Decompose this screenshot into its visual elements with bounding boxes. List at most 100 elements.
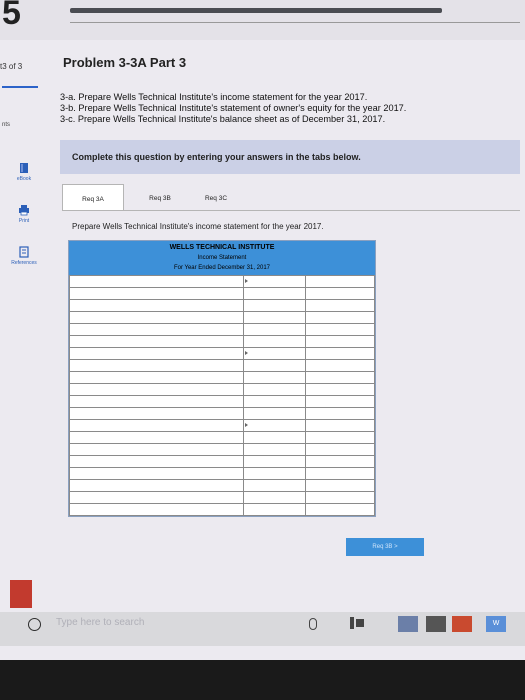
amount-cell[interactable] (242, 383, 306, 396)
account-cell[interactable] (69, 323, 244, 336)
amount-cell[interactable] (242, 467, 306, 480)
top-bar: 5 (0, 0, 525, 40)
divider (70, 22, 520, 23)
amount-cell[interactable] (304, 335, 376, 348)
account-cell[interactable] (69, 275, 244, 288)
amount-cell[interactable] (304, 347, 376, 360)
statement-row (69, 455, 376, 468)
amount-cell[interactable] (304, 383, 376, 396)
word-icon[interactable]: W (486, 616, 506, 632)
powerpoint-icon[interactable] (452, 616, 472, 632)
amount-cell[interactable] (304, 479, 376, 492)
account-cell[interactable] (69, 455, 244, 468)
amount-cell[interactable] (304, 467, 376, 480)
amount-cell[interactable] (242, 491, 306, 504)
requirement-text: Prepare Wells Technical Institute's inco… (72, 222, 324, 231)
amount-cell[interactable] (242, 479, 306, 492)
points-label: nts (2, 122, 11, 128)
ebook-button[interactable]: eBook (0, 162, 48, 182)
amount-cell[interactable] (242, 455, 306, 468)
print-button[interactable]: Print (0, 204, 48, 224)
statement-period: For Year Ended December 31, 2017 (173, 265, 271, 271)
amount-cell[interactable] (304, 275, 376, 288)
microphone-icon[interactable] (309, 618, 317, 630)
account-cell[interactable] (69, 347, 244, 360)
statement-title: Income Statement (197, 255, 247, 261)
amount-cell[interactable] (242, 503, 306, 516)
account-cell[interactable] (69, 503, 244, 516)
amount-cell[interactable] (304, 395, 376, 408)
amount-cell[interactable] (242, 359, 306, 372)
tab-req-3c[interactable]: Req 3C (188, 184, 244, 210)
amount-cell[interactable] (304, 359, 376, 372)
amount-cell[interactable] (242, 371, 306, 384)
problem-title: Problem 3-3A Part 3 (63, 55, 187, 70)
next-req-button[interactable]: Req 3B > (346, 538, 424, 556)
browser-screen: 5 t3 of 3 nts eBook Print References Pro… (0, 0, 525, 660)
book-icon (20, 163, 28, 173)
amount-cell[interactable] (242, 395, 306, 408)
account-cell[interactable] (69, 431, 244, 444)
tab-req-3a[interactable]: Req 3A (62, 184, 124, 211)
statement-row (69, 443, 376, 456)
references-button[interactable]: References (0, 246, 48, 266)
statement-row (69, 491, 376, 504)
amount-cell[interactable] (304, 287, 376, 300)
tab-req-3b[interactable]: Req 3B (132, 184, 188, 210)
amount-cell[interactable] (242, 287, 306, 300)
taskbar-search-input[interactable]: Type here to search (56, 617, 144, 628)
income-statement: WELLS TECHNICAL INSTITUTE Income Stateme… (68, 240, 376, 517)
progress-bar (70, 8, 442, 13)
references-icon (19, 246, 29, 258)
statement-row (69, 371, 376, 384)
amount-cell[interactable] (304, 503, 376, 516)
account-cell[interactable] (69, 491, 244, 504)
amount-cell[interactable] (304, 311, 376, 324)
amount-cell[interactable] (304, 431, 376, 444)
amount-cell[interactable] (242, 335, 306, 348)
account-cell[interactable] (69, 371, 244, 384)
account-cell[interactable] (69, 383, 244, 396)
account-cell[interactable] (69, 335, 244, 348)
account-cell[interactable] (69, 419, 244, 432)
amount-cell[interactable] (242, 311, 306, 324)
banner-text: Complete this question by entering your … (72, 152, 361, 162)
statement-grid (69, 275, 376, 516)
amount-cell[interactable] (304, 419, 376, 432)
amount-cell[interactable] (242, 323, 306, 336)
taskbar: Type here to search W (0, 612, 525, 646)
amount-cell[interactable] (242, 443, 306, 456)
amount-cell[interactable] (304, 443, 376, 456)
amount-cell[interactable] (242, 275, 306, 288)
statement-row (69, 431, 376, 444)
account-cell[interactable] (69, 359, 244, 372)
amount-cell[interactable] (242, 347, 306, 360)
amount-cell[interactable] (304, 455, 376, 468)
amount-cell[interactable] (242, 299, 306, 312)
amount-cell[interactable] (304, 491, 376, 504)
cortana-icon[interactable] (28, 618, 41, 631)
amount-cell[interactable] (242, 431, 306, 444)
dropdown-arrow-icon (244, 422, 248, 427)
statement-row (69, 503, 376, 516)
task-view-icon[interactable] (350, 617, 364, 629)
account-cell[interactable] (69, 299, 244, 312)
store-icon[interactable] (426, 616, 446, 632)
account-cell[interactable] (69, 311, 244, 324)
amount-cell[interactable] (304, 371, 376, 384)
account-cell[interactable] (69, 443, 244, 456)
statement-row (69, 383, 376, 396)
amount-cell[interactable] (242, 419, 306, 432)
company-name: WELLS TECHNICAL INSTITUTE (169, 244, 275, 251)
amount-cell[interactable] (304, 299, 376, 312)
account-cell[interactable] (69, 395, 244, 408)
file-explorer-icon[interactable] (398, 616, 418, 632)
amount-cell[interactable] (304, 407, 376, 420)
references-label: References (11, 260, 37, 266)
amount-cell[interactable] (304, 323, 376, 336)
account-cell[interactable] (69, 407, 244, 420)
account-cell[interactable] (69, 479, 244, 492)
account-cell[interactable] (69, 287, 244, 300)
amount-cell[interactable] (242, 407, 306, 420)
account-cell[interactable] (69, 467, 244, 480)
